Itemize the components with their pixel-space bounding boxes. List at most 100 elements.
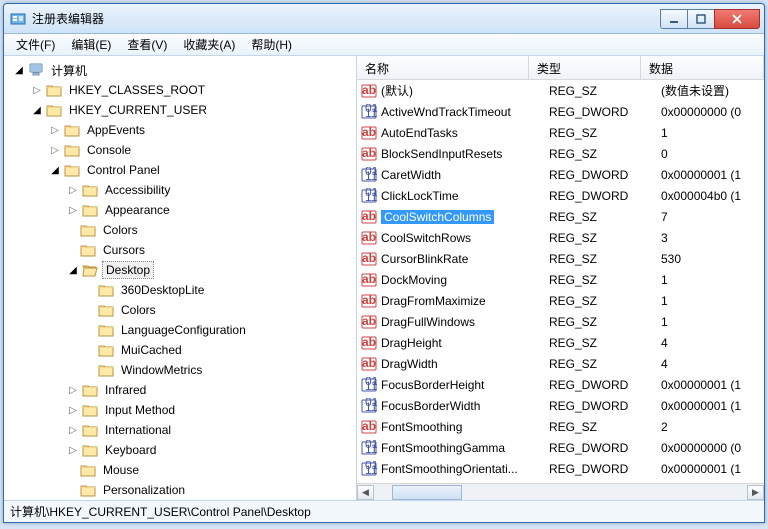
value-name: ClickLockTime	[381, 189, 459, 203]
scroll-left-button[interactable]: ◀	[357, 485, 374, 500]
tree-item[interactable]: Colors	[4, 220, 356, 240]
tree-item[interactable]: ▷AppEvents	[4, 120, 356, 140]
menu-view[interactable]: 查看(V)	[119, 34, 175, 55]
value-type: REG_SZ	[549, 126, 661, 140]
column-name[interactable]: 名称	[357, 56, 529, 79]
value-type: REG_SZ	[549, 252, 661, 266]
tree-item-label: Colors	[100, 222, 141, 238]
tree-item[interactable]: ▷Accessibility	[4, 180, 356, 200]
tree-item[interactable]: ◢计算机	[4, 60, 356, 80]
tree-item[interactable]: LanguageConfiguration	[4, 320, 356, 340]
menu-favorites[interactable]: 收藏夹(A)	[175, 34, 243, 55]
tree-item[interactable]: WindowMetrics	[4, 360, 356, 380]
menu-file[interactable]: 文件(F)	[8, 34, 63, 55]
menubar: 文件(F) 编辑(E) 查看(V) 收藏夹(A) 帮助(H)	[4, 34, 764, 56]
reg-sz-icon: ab	[361, 230, 377, 246]
expand-arrow-closed-icon[interactable]: ▷	[66, 443, 80, 457]
folder-open-icon	[82, 263, 98, 277]
folder-icon	[80, 463, 96, 477]
tree-item[interactable]: Personalization	[4, 480, 356, 500]
close-button[interactable]	[714, 9, 760, 29]
folder-icon	[80, 243, 96, 257]
value-row[interactable]: 011110ClickLockTimeREG_DWORD0x000004b0 (…	[357, 185, 764, 206]
expand-arrow-closed-icon[interactable]: ▷	[66, 423, 80, 437]
tree-item[interactable]: ▷Input Method	[4, 400, 356, 420]
value-row[interactable]: abCoolSwitchColumnsREG_SZ7	[357, 206, 764, 227]
tree-item-label: Appearance	[102, 202, 173, 218]
expand-arrow-open-icon[interactable]: ◢	[48, 163, 62, 177]
value-type: REG_SZ	[549, 210, 661, 224]
svg-text:ab: ab	[362, 293, 376, 307]
tree-item[interactable]: Mouse	[4, 460, 356, 480]
value-row[interactable]: abCoolSwitchRowsREG_SZ3	[357, 227, 764, 248]
minimize-button[interactable]	[660, 9, 688, 29]
column-data[interactable]: 数据	[641, 56, 764, 79]
value-type: REG_SZ	[549, 84, 661, 98]
expand-arrow-open-icon[interactable]: ◢	[30, 103, 44, 117]
value-row[interactable]: 011110FocusBorderHeightREG_DWORD0x000000…	[357, 374, 764, 395]
tree-item[interactable]: ▷HKEY_CLASSES_ROOT	[4, 80, 356, 100]
list-body[interactable]: ab(默认)REG_SZ(数值未设置)011110ActiveWndTrackT…	[357, 80, 764, 500]
tree-item[interactable]: ▷International	[4, 420, 356, 440]
reg-sz-icon: ab	[361, 314, 377, 330]
expand-arrow-open-icon[interactable]: ◢	[66, 263, 80, 277]
value-row[interactable]: abDragFullWindowsREG_SZ1	[357, 311, 764, 332]
value-row[interactable]: abFontSmoothingREG_SZ2	[357, 416, 764, 437]
expand-arrow-closed-icon[interactable]: ▷	[48, 123, 62, 137]
tree-item[interactable]: MuiCached	[4, 340, 356, 360]
value-row[interactable]: abCursorBlinkRateREG_SZ530	[357, 248, 764, 269]
value-row[interactable]: 011110FontSmoothingOrientati...REG_DWORD…	[357, 458, 764, 479]
tree-item[interactable]: ◢Desktop	[4, 260, 356, 280]
tree-item[interactable]: Colors	[4, 300, 356, 320]
reg-dword-icon: 011110	[361, 461, 377, 477]
maximize-button[interactable]	[687, 9, 715, 29]
menu-help[interactable]: 帮助(H)	[243, 34, 300, 55]
value-name: FocusBorderWidth	[381, 399, 480, 413]
tree-pane[interactable]: ◢计算机▷HKEY_CLASSES_ROOT◢HKEY_CURRENT_USER…	[4, 56, 357, 500]
expand-arrow-open-icon[interactable]: ◢	[12, 63, 26, 77]
folder-icon	[64, 143, 80, 157]
scroll-track[interactable]	[374, 485, 747, 500]
value-row[interactable]: abDockMovingREG_SZ1	[357, 269, 764, 290]
expand-arrow-closed-icon[interactable]: ▷	[48, 143, 62, 157]
value-name: CoolSwitchRows	[381, 231, 471, 245]
value-row[interactable]: ab(默认)REG_SZ(数值未设置)	[357, 80, 764, 101]
value-row[interactable]: abAutoEndTasksREG_SZ1	[357, 122, 764, 143]
menu-edit[interactable]: 编辑(E)	[63, 34, 119, 55]
value-name: FontSmoothingGamma	[381, 441, 505, 455]
value-row[interactable]: abDragHeightREG_SZ4	[357, 332, 764, 353]
expand-arrow-closed-icon[interactable]: ▷	[66, 383, 80, 397]
tree-item[interactable]: ◢Control Panel	[4, 160, 356, 180]
value-row[interactable]: 011110FontSmoothingGammaREG_DWORD0x00000…	[357, 437, 764, 458]
folder-icon	[82, 423, 98, 437]
tree-item[interactable]: ▷Console	[4, 140, 356, 160]
value-row[interactable]: 011110CaretWidthREG_DWORD0x00000001 (1	[357, 164, 764, 185]
expand-arrow-closed-icon[interactable]: ▷	[66, 203, 80, 217]
value-row[interactable]: 011110FocusBorderWidthREG_DWORD0x0000000…	[357, 395, 764, 416]
titlebar[interactable]: 注册表编辑器	[4, 4, 764, 34]
tree-item[interactable]: ▷Infrared	[4, 380, 356, 400]
tree-item[interactable]: ◢HKEY_CURRENT_USER	[4, 100, 356, 120]
tree-item[interactable]: Cursors	[4, 240, 356, 260]
column-type[interactable]: 类型	[529, 56, 641, 79]
horizontal-scrollbar[interactable]: ◀ ▶	[357, 483, 764, 500]
folder-icon	[82, 403, 98, 417]
expand-arrow-closed-icon[interactable]: ▷	[66, 403, 80, 417]
scroll-thumb[interactable]	[392, 485, 462, 500]
tree-item[interactable]: ▷ Appearance	[4, 200, 356, 220]
expand-arrow-closed-icon[interactable]: ▷	[30, 83, 44, 97]
value-name: FocusBorderHeight	[381, 378, 484, 392]
tree-item[interactable]: ▷Keyboard	[4, 440, 356, 460]
expand-arrow-closed-icon[interactable]: ▷	[66, 183, 80, 197]
value-row[interactable]: 011110ActiveWndTrackTimeoutREG_DWORD0x00…	[357, 101, 764, 122]
tree-item[interactable]: 360DesktopLite	[4, 280, 356, 300]
window-buttons	[661, 9, 760, 29]
scroll-right-button[interactable]: ▶	[747, 485, 764, 500]
value-row[interactable]: abDragFromMaximizeREG_SZ1	[357, 290, 764, 311]
reg-dword-icon: 011110	[361, 188, 377, 204]
value-row[interactable]: abDragWidthREG_SZ4	[357, 353, 764, 374]
reg-sz-icon: ab	[361, 83, 377, 99]
folder-icon	[46, 103, 62, 117]
reg-sz-icon: ab	[361, 335, 377, 351]
value-row[interactable]: abBlockSendInputResetsREG_SZ0	[357, 143, 764, 164]
